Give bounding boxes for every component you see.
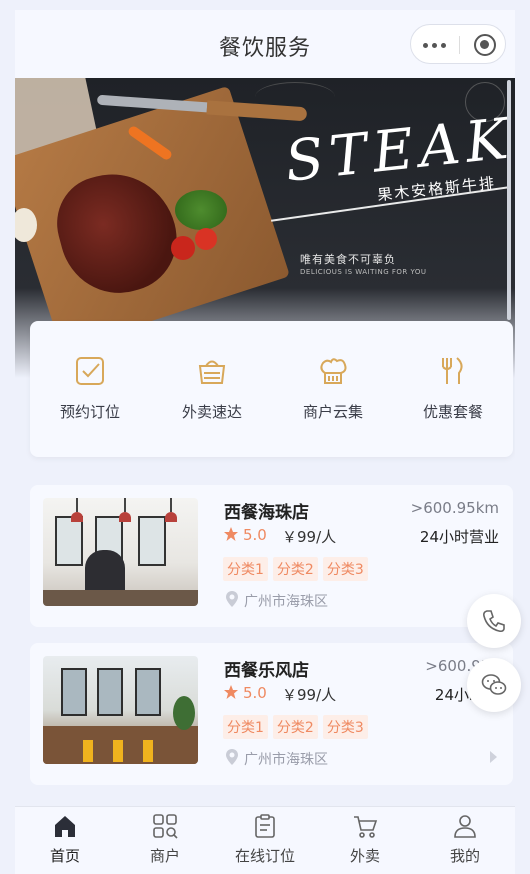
quick-menu-card: 预约订位 外卖速达 商户云集 优惠套餐 [30, 321, 513, 457]
quick-item-label: 优惠套餐 [422, 403, 483, 421]
store-rating: 5.0 [243, 684, 267, 702]
tab-profile[interactable]: 我的 [415, 813, 515, 866]
phone-button[interactable] [467, 594, 521, 648]
mini-program-page: 餐饮服务 STEAK 果木安格斯牛排 唯有美食不可辜负 DELICIOUS IS… [15, 10, 515, 874]
banner-tomato-graphic [195, 228, 217, 250]
capsule-divider [459, 36, 460, 54]
tab-label: 首页 [49, 847, 80, 865]
capsule-menu [410, 24, 506, 64]
scrollbar[interactable] [507, 80, 511, 320]
quick-item-label: 外卖速达 [181, 403, 242, 421]
quick-item-label: 商户云集 [302, 403, 363, 421]
store-distance: >600.95km [410, 499, 499, 517]
cart-icon [354, 816, 378, 838]
chevron-right-icon[interactable] [490, 751, 497, 763]
store-location: 广州市海珠区 [244, 752, 328, 768]
store-price: ￥99/人 [282, 686, 337, 704]
banner-broccoli-graphic [175, 190, 227, 230]
quick-item-reservation[interactable]: 预约订位 [30, 355, 150, 422]
star-icon [224, 685, 238, 699]
banner-leaf-sketch [255, 82, 335, 112]
store-rating: 5.0 [243, 526, 267, 544]
tab-label: 在线订位 [234, 847, 295, 865]
tab-label: 外卖 [349, 847, 380, 865]
store-price: ￥99/人 [282, 528, 337, 546]
category-tag: 分类3 [322, 557, 368, 581]
bottom-tab-bar: 首页 商户 在线订位 外卖 我的 [15, 806, 515, 874]
category-tag: 分类1 [223, 557, 268, 581]
store-tags: 分类1 分类2 分类3 [223, 557, 373, 581]
store-hours: 24小时营业 [419, 528, 499, 546]
quick-item-merchants[interactable]: 商户云集 [273, 355, 393, 422]
category-tag: 分类2 [272, 715, 318, 739]
store-card[interactable]: 西餐乐风店 >600.95k 5.0 ￥99/人 24小时营 分类1 分类2 分类3… [30, 643, 513, 785]
more-icon[interactable] [423, 37, 453, 53]
location-pin-icon [226, 591, 238, 607]
basket-icon [198, 360, 226, 384]
store-name: 西餐乐风店 [224, 661, 309, 681]
category-tag: 分类1 [223, 715, 268, 739]
store-photo [43, 656, 198, 764]
user-icon [454, 815, 476, 838]
close-miniprogram-icon[interactable] [474, 34, 496, 56]
checkbox-icon [76, 357, 104, 385]
nav-header: 餐饮服务 [15, 10, 515, 78]
banner-slogan-en: DELICIOUS IS WAITING FOR YOU [300, 268, 427, 276]
tab-home[interactable]: 首页 [15, 813, 115, 866]
tab-label: 我的 [449, 847, 480, 865]
store-card[interactable]: 西餐海珠店 >600.95km 5.0 ￥99/人 24小时营业 分类1 分类2 分… [30, 485, 513, 627]
store-photo [43, 498, 198, 606]
tab-label: 商户 [149, 847, 180, 865]
tab-takeout[interactable]: 外卖 [315, 813, 415, 866]
home-icon [55, 816, 75, 837]
chef-hat-icon [320, 358, 347, 384]
banner-slogan-cn: 唯有美食不可辜负 [300, 253, 396, 266]
fork-knife-icon [442, 357, 463, 384]
store-location: 广州市海珠区 [244, 594, 328, 610]
quick-item-deals[interactable]: 优惠套餐 [393, 355, 513, 422]
wechat-button[interactable] [467, 658, 521, 712]
wechat-icon [481, 674, 507, 695]
category-tag: 分类2 [272, 557, 318, 581]
banner-tomato-graphic [171, 236, 195, 260]
store-name: 西餐海珠店 [224, 503, 309, 523]
tab-reservation[interactable]: 在线订位 [215, 813, 315, 866]
quick-item-label: 预约订位 [59, 403, 120, 421]
tab-merchants[interactable]: 商户 [115, 813, 215, 866]
grid-search-icon [153, 814, 178, 839]
clipboard-icon [255, 814, 275, 838]
star-icon [224, 527, 238, 541]
category-tag: 分类3 [322, 715, 368, 739]
store-tags: 分类1 分类2 分类3 [223, 715, 373, 739]
quick-item-delivery[interactable]: 外卖速达 [152, 355, 272, 422]
phone-icon [483, 610, 505, 633]
location-pin-icon [226, 749, 238, 765]
